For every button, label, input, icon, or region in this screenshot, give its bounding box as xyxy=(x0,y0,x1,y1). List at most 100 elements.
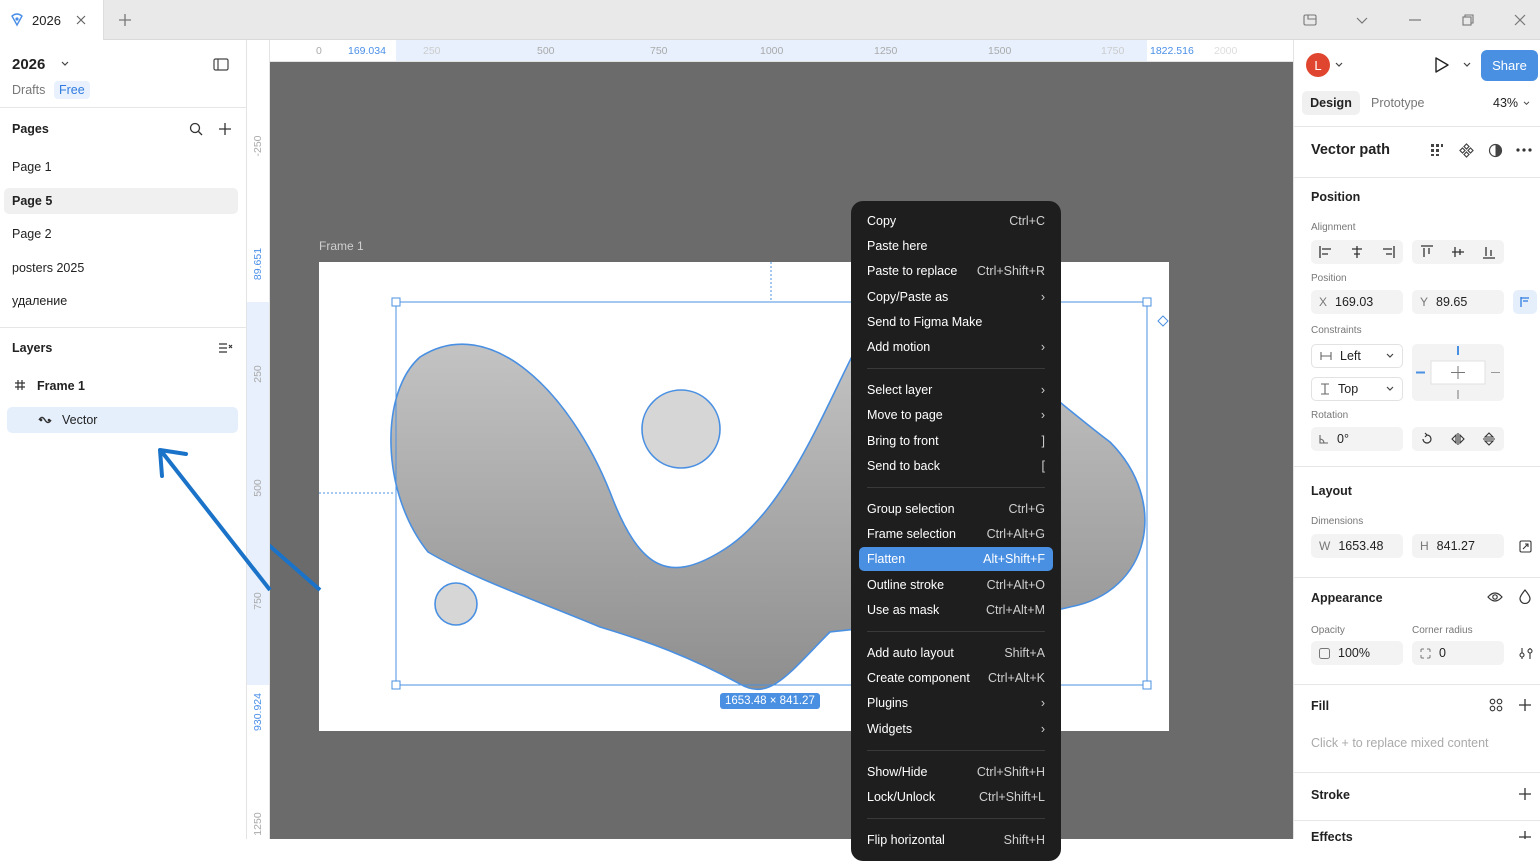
share-button[interactable]: Share xyxy=(1481,50,1538,81)
plan-badge[interactable]: Free xyxy=(54,81,90,99)
align-middle-icon[interactable] xyxy=(1451,245,1464,259)
menu-item-paste-here[interactable]: Paste here xyxy=(859,234,1053,258)
close-window-icon[interactable] xyxy=(1511,11,1529,29)
resize-handle[interactable] xyxy=(391,680,401,690)
menu-item-flip-horizontal[interactable]: Flip horizontal Shift+H xyxy=(859,828,1053,852)
align-left-icon[interactable] xyxy=(1319,246,1333,258)
zoom-chevron-icon[interactable] xyxy=(1523,101,1530,106)
canvas[interactable]: Frame 1 1653.48 × 841.27 xyxy=(270,62,1293,839)
page-item[interactable]: Page 1 xyxy=(4,154,238,180)
chevron-down-icon[interactable] xyxy=(1353,11,1371,29)
menu-item-plugins[interactable]: Plugins › xyxy=(859,691,1053,715)
search-icon[interactable] xyxy=(189,122,203,136)
constraints-widget[interactable] xyxy=(1412,344,1504,401)
avatar-chevron-icon[interactable] xyxy=(1335,62,1343,68)
menu-item-bring-to-front[interactable]: Bring to front] xyxy=(859,429,1053,453)
menu-item-flatten[interactable]: Flatten Alt+Shift+F xyxy=(859,547,1053,572)
menu-item-send-to-figma-make[interactable]: Send to Figma Make xyxy=(859,310,1053,334)
tab-design[interactable]: Design xyxy=(1302,91,1360,115)
visibility-eye-icon[interactable] xyxy=(1487,591,1503,603)
align-center-h-icon[interactable] xyxy=(1350,246,1364,258)
zoom-level[interactable]: 43% xyxy=(1493,96,1518,110)
close-tab-icon[interactable] xyxy=(75,14,87,26)
file-location[interactable]: Drafts xyxy=(12,83,45,97)
corner-radius-field[interactable]: 0 xyxy=(1412,641,1504,665)
rotate-handle-icon[interactable] xyxy=(1157,315,1169,327)
menu-item-send-to-back[interactable]: Send to back [ xyxy=(859,454,1053,478)
new-tab-icon[interactable] xyxy=(116,11,134,29)
collapse-layers-icon[interactable] xyxy=(218,342,233,354)
opacity-field[interactable]: 100% xyxy=(1311,641,1403,665)
tab-prototype[interactable]: Prototype xyxy=(1371,96,1425,110)
y-position-field[interactable]: Y 89.65 xyxy=(1412,290,1504,314)
resize-to-fit-icon[interactable] xyxy=(1519,540,1532,553)
menu-item-label: Copy/Paste as xyxy=(867,289,949,304)
vertical-constraint-select[interactable]: Top xyxy=(1311,377,1403,401)
add-effect-icon[interactable] xyxy=(1518,830,1532,839)
rotation-field[interactable]: 0° xyxy=(1311,427,1403,451)
vector-artwork[interactable] xyxy=(270,62,1293,839)
play-options-chevron-icon[interactable] xyxy=(1463,62,1471,68)
component-icon[interactable] xyxy=(1459,143,1474,158)
file-tab[interactable]: 2026 xyxy=(0,0,104,40)
rotate-90-icon[interactable] xyxy=(1420,432,1434,446)
blend-mode-drop-icon[interactable] xyxy=(1519,589,1531,604)
width-field[interactable]: W 1653.48 xyxy=(1311,534,1403,558)
menu-item-paste-to-replace[interactable]: Paste to replace Ctrl+Shift+R xyxy=(859,259,1053,283)
absolute-position-icon[interactable] xyxy=(1513,290,1537,314)
individual-corners-icon[interactable] xyxy=(1519,647,1533,660)
page-item[interactable]: Page 2 xyxy=(4,221,238,247)
menu-item-label: Use as mask xyxy=(867,602,940,617)
grid-select-icon[interactable] xyxy=(1430,143,1444,157)
menu-item-outline-stroke[interactable]: Outline stroke Ctrl+Alt+O xyxy=(859,573,1053,597)
add-fill-icon[interactable] xyxy=(1518,698,1532,712)
menu-item-use-as-mask[interactable]: Use as mask Ctrl+Alt+M xyxy=(859,598,1053,622)
align-right-icon[interactable] xyxy=(1381,246,1395,258)
resize-handle[interactable] xyxy=(1142,297,1152,307)
file-name[interactable]: 2026 xyxy=(12,56,45,73)
add-page-icon[interactable] xyxy=(218,122,232,136)
menu-item-group-selection[interactable]: Group selection Ctrl+G xyxy=(859,497,1053,521)
layer-vector[interactable]: Vector xyxy=(62,413,97,427)
circle-shape[interactable] xyxy=(641,389,721,469)
page-item-selected[interactable]: Page 5 xyxy=(4,188,238,214)
menu-item-move-to-page[interactable]: Move to page › xyxy=(859,403,1053,427)
circle-shape[interactable] xyxy=(434,582,478,626)
page-item[interactable]: posters 2025 xyxy=(4,255,238,281)
align-bottom-icon[interactable] xyxy=(1482,245,1495,259)
resize-handle[interactable] xyxy=(1142,680,1152,690)
more-options-icon[interactable] xyxy=(1516,148,1532,152)
avatar[interactable]: L xyxy=(1306,53,1330,77)
menu-item-show-hide[interactable]: Show/Hide Ctrl+Shift+H xyxy=(859,760,1053,784)
add-stroke-icon[interactable] xyxy=(1518,787,1532,801)
menu-item-shortcut: Shift+A xyxy=(1004,646,1045,660)
file-menu-chevron-icon[interactable] xyxy=(60,60,70,68)
height-field[interactable]: H 841.27 xyxy=(1412,534,1504,558)
menu-item-create-component[interactable]: Create component Ctrl+Alt+K xyxy=(859,666,1053,690)
layer-frame[interactable]: Frame 1 xyxy=(37,379,85,393)
resize-handle[interactable] xyxy=(391,297,401,307)
menu-item-add-auto-layout[interactable]: Add auto layout Shift+A xyxy=(859,641,1053,665)
menu-item-widgets[interactable]: Widgets › xyxy=(859,717,1053,741)
minimize-icon[interactable] xyxy=(1406,11,1424,29)
play-icon[interactable] xyxy=(1433,56,1451,74)
vertical-constraint-icon xyxy=(1320,383,1330,395)
menu-item-select-layer[interactable]: Select layer › xyxy=(859,378,1053,402)
flip-vertical-icon[interactable] xyxy=(1482,432,1496,446)
window-panel-icon[interactable] xyxy=(1301,11,1319,29)
menu-item-copy[interactable]: Copy Ctrl+C xyxy=(859,209,1053,233)
flip-horizontal-icon[interactable] xyxy=(1451,432,1465,446)
align-top-icon[interactable] xyxy=(1421,245,1434,259)
menu-item-lock-unlock[interactable]: Lock/Unlock Ctrl+Shift+L xyxy=(859,785,1053,809)
menu-item-frame-selection[interactable]: Frame selection Ctrl+Alt+G xyxy=(859,522,1053,546)
toggle-sidebar-icon[interactable] xyxy=(213,58,229,71)
page-item[interactable]: удаление xyxy=(4,288,238,314)
restore-icon[interactable] xyxy=(1459,11,1477,29)
menu-item-add-motion[interactable]: Add motion › xyxy=(859,335,1053,359)
horizontal-constraint-select[interactable]: Left xyxy=(1311,344,1403,368)
x-position-field[interactable]: X 169.03 xyxy=(1311,290,1403,314)
styles-grid-icon[interactable] xyxy=(1489,698,1503,712)
menu-item-label: Paste here xyxy=(867,239,928,254)
mask-icon[interactable] xyxy=(1488,143,1503,158)
menu-item-copy-paste-as[interactable]: Copy/Paste as › xyxy=(859,285,1053,309)
